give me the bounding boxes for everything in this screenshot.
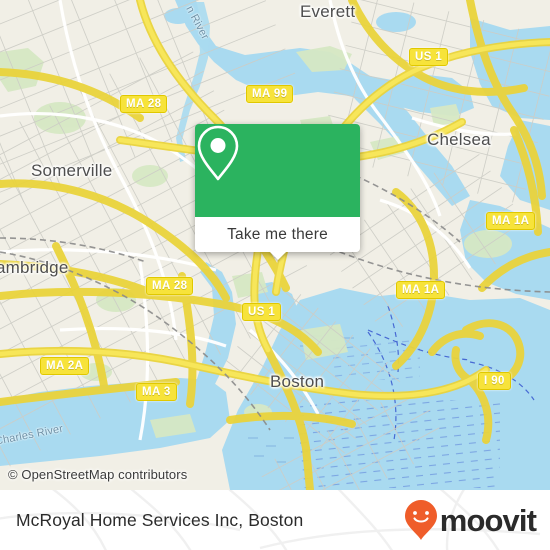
- map-screenshot: Everett Chelsea Somerville ambridge Bost…: [0, 0, 550, 550]
- shield-ma-2a[interactable]: MA 2A: [40, 357, 90, 375]
- shield-ma-28-north[interactable]: MA 28: [120, 95, 168, 113]
- place-title: McRoyal Home Services Inc, Boston: [16, 509, 304, 530]
- shield-ma-1a-north[interactable]: MA 1A: [486, 212, 536, 230]
- shield-ma-1a-south[interactable]: MA 1A: [396, 281, 446, 299]
- take-me-there-button[interactable]: Take me there: [195, 217, 360, 252]
- popup-header: [195, 124, 360, 217]
- take-me-there-label: Take me there: [227, 225, 328, 243]
- moovit-logo[interactable]: moovit: [404, 499, 537, 541]
- map-canvas[interactable]: Everett Chelsea Somerville ambridge Bost…: [0, 0, 550, 490]
- shield-ma-3[interactable]: MA 3: [136, 383, 177, 401]
- moovit-pin-smiley-icon: [404, 500, 437, 540]
- location-popup-card[interactable]: Take me there: [195, 124, 360, 260]
- footer-bar: McRoyal Home Services Inc, Boston moovit: [0, 490, 550, 550]
- osm-attribution[interactable]: © OpenStreetMap contributors: [8, 467, 187, 482]
- shield-i-90[interactable]: I 90: [478, 372, 511, 390]
- shield-us-1-north[interactable]: US 1: [409, 48, 449, 66]
- shield-us-1-south[interactable]: US 1: [242, 303, 282, 321]
- popup-pointer-tail: [268, 251, 287, 260]
- moovit-wordmark: moovit: [439, 502, 537, 538]
- shield-ma-99[interactable]: MA 99: [246, 85, 294, 103]
- map-pin-icon: [197, 125, 239, 181]
- shield-ma-28-south[interactable]: MA 28: [146, 277, 194, 295]
